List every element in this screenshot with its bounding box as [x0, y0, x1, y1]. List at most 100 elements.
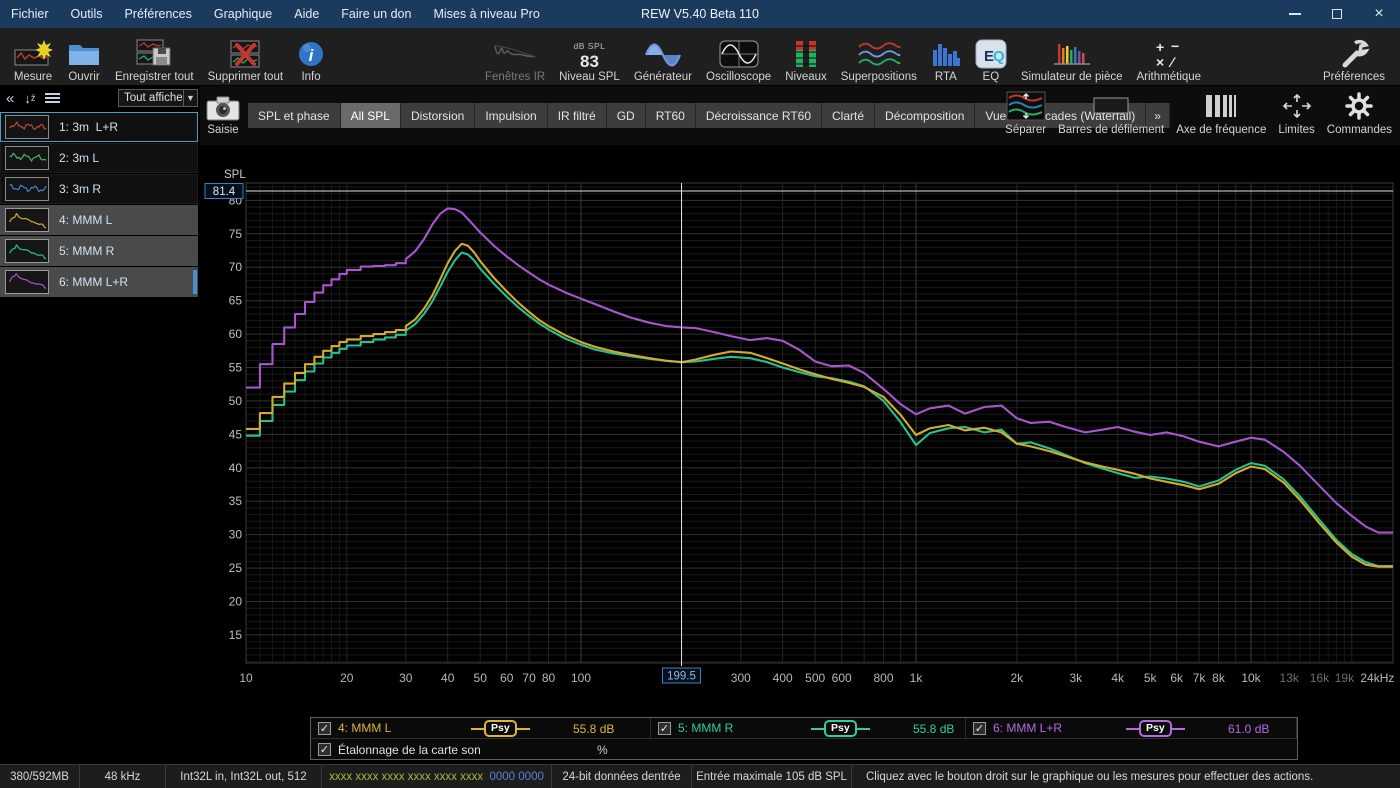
menu-item-graphique[interactable]: Graphique — [203, 0, 283, 28]
trace-checkbox[interactable]: ✓ — [658, 722, 671, 735]
legend-cell: ✓ 5: MMM R Psy 55.8 dB — [651, 718, 966, 739]
status-sample-rate: 48 kHz — [80, 765, 166, 788]
info-button[interactable]: iInfo — [290, 31, 332, 83]
oscilloscope-button[interactable]: Oscilloscope — [699, 31, 778, 83]
maximize-button[interactable] — [1316, 0, 1358, 28]
x-tick-label: 100 — [571, 671, 591, 685]
x-tick-label: 80 — [542, 671, 556, 685]
status-memory-usage: 380/592MB — [0, 765, 80, 788]
cursor-freq-readout: 199.5 — [663, 668, 701, 683]
close-button[interactable]: × — [1358, 0, 1400, 28]
générateur-button[interactable]: Générateur — [627, 31, 699, 83]
sort-icon[interactable]: ↓ẑ — [24, 91, 35, 106]
x-tick-label: 40 — [441, 671, 455, 685]
enregistrer-tout-button[interactable]: Enregistrer tout — [108, 31, 201, 83]
simulateur-de-pièce-button[interactable]: Simulateur de pièce — [1014, 31, 1130, 83]
fenêtres-ir-button[interactable]: Fenêtres IR — [478, 31, 552, 83]
legend-cell: ✓ 6: MMM L+R Psy 61.0 dB — [966, 718, 1297, 739]
legend-calibration-row: ✓ Étalonnage de la carte son % — [311, 739, 1297, 760]
measurement-item-2[interactable]: 2: 3m L — [0, 143, 198, 173]
y-tick-label: 65 — [229, 294, 243, 308]
measurement-item-5[interactable]: 5: MMM R — [0, 236, 198, 266]
superpositions-button[interactable]: Superpositions — [834, 31, 924, 83]
collapse-sidebar-icon[interactable]: « — [6, 90, 14, 107]
x-tick-label: 10k — [1241, 671, 1261, 685]
trace-checkbox[interactable]: ✓ — [973, 722, 986, 735]
cursor-spl-readout: 81.4 — [205, 184, 243, 199]
mesure-button[interactable]: Mesure — [6, 31, 60, 83]
smoothing-badge[interactable]: Psy — [811, 720, 870, 737]
niveau-spl-button[interactable]: dB SPL83Niveau SPL — [552, 31, 627, 83]
arithmétique-button[interactable]: +−×∕Arithmétique — [1130, 31, 1209, 83]
trace-label: 4: MMM L — [338, 721, 391, 735]
menu-item-outils[interactable]: Outils — [60, 0, 114, 28]
séparer-button[interactable]: Séparer — [999, 90, 1052, 136]
menu-item-aide[interactable]: Aide — [283, 0, 330, 28]
menu-item-mises-niveau-pro[interactable]: Mises à niveau Pro — [422, 0, 550, 28]
trace-line-sample — [811, 728, 824, 730]
x-tick-label: 50 — [474, 671, 488, 685]
minimize-button[interactable] — [1274, 0, 1316, 28]
filter-dropdown[interactable]: Tout afficher ▼ — [118, 89, 198, 107]
toolbar-label: RTA — [935, 71, 957, 83]
toolbar-label: Enregistrer tout — [115, 71, 194, 83]
tab-clarté[interactable]: Clarté — [822, 103, 875, 128]
measurement-label: 3: 3m R — [59, 182, 101, 196]
calibration-checkbox[interactable]: ✓ — [318, 743, 331, 756]
tab-distorsion[interactable]: Distorsion — [401, 103, 475, 128]
spl-chart[interactable]: 1520253035404550556065707580SPL102030405… — [200, 145, 1400, 710]
tab-gd[interactable]: GD — [607, 103, 646, 128]
x-tick-label: 20 — [340, 671, 354, 685]
tab-décomposition[interactable]: Décomposition — [875, 103, 975, 128]
tool-label: Commandes — [1327, 124, 1392, 136]
svg-text:81.4: 81.4 — [213, 186, 236, 198]
capture-button[interactable]: Saisie — [206, 92, 240, 136]
x-tick-label: 10 — [239, 671, 253, 685]
axe-de-fréquence-button[interactable]: Axe de fréquence — [1170, 90, 1272, 136]
supprimer-tout-button[interactable]: Supprimer tout — [201, 31, 290, 83]
commandes-button[interactable]: Commandes — [1321, 90, 1398, 136]
spl-chart-canvas[interactable]: 1520253035404550556065707580SPL102030405… — [200, 145, 1400, 710]
x-tick-label: 13k — [1280, 671, 1300, 685]
menu-item-fichier[interactable]: Fichier — [0, 0, 60, 28]
measurement-item-4[interactable]: 4: MMM L — [0, 205, 198, 235]
x-tick-label: 500 — [805, 671, 825, 685]
menu-item-faire-un-don[interactable]: Faire un don — [330, 0, 422, 28]
measurement-thumbnail — [5, 208, 49, 232]
toolbar-label: Ouvrir — [68, 71, 99, 83]
eq-button[interactable]: EQEQ — [968, 31, 1014, 83]
y-tick-label: 45 — [229, 427, 243, 441]
ouvrir-button[interactable]: Ouvrir — [60, 31, 108, 83]
tool-label: Barres de défilement — [1058, 124, 1164, 136]
measurement-item-3[interactable]: 3: 3m R — [0, 174, 198, 204]
measurement-item-1[interactable]: 1: 3m L+R — [0, 112, 198, 142]
trace-label: 5: MMM R — [678, 721, 733, 735]
measurement-item-6[interactable]: 6: MMM L+R — [0, 267, 198, 297]
smoothing-badge[interactable]: Psy — [471, 720, 530, 737]
y-tick-label: 50 — [229, 394, 243, 408]
separate-icon — [1006, 90, 1046, 122]
trace-checkbox[interactable]: ✓ — [318, 722, 331, 735]
x-tick-label: 400 — [773, 671, 793, 685]
préférences-button[interactable]: Préférences — [1316, 31, 1392, 83]
tab-all-spl[interactable]: All SPL — [341, 103, 401, 128]
tab-rt60[interactable]: RT60 — [646, 103, 696, 128]
tab-impulsion[interactable]: Impulsion — [475, 103, 547, 128]
tab-décroissance-rt60[interactable]: Décroissance RT60 — [696, 103, 822, 128]
limites-button[interactable]: Limites — [1272, 90, 1320, 136]
rta-button[interactable]: RTA — [924, 31, 968, 83]
smoothing-badge[interactable]: Psy — [1126, 720, 1185, 737]
toolbar-label: Mesure — [14, 71, 52, 83]
tab-spl-et-phase[interactable]: SPL et phase — [248, 103, 341, 128]
sidebar-header: « ↓ẑ Tout afficher ▼ — [0, 86, 200, 110]
status-bar: 380/592MB48 kHzInt32L in, Int32L out, 51… — [0, 764, 1400, 788]
tab-ir-filtré[interactable]: IR filtré — [548, 103, 607, 128]
menu-item-pr-f-rences[interactable]: Préférences — [113, 0, 202, 28]
menu-icon[interactable] — [45, 92, 60, 104]
measurement-thumbnail — [5, 115, 49, 139]
trace-label: 6: MMM L+R — [993, 721, 1062, 735]
niveaux-button[interactable]: Niveaux — [778, 31, 834, 83]
x-tick-label: 70 — [522, 671, 536, 685]
oscilloscope-icon — [719, 38, 759, 70]
barres-de-défilement-button[interactable]: Barres de défilement — [1052, 90, 1170, 136]
